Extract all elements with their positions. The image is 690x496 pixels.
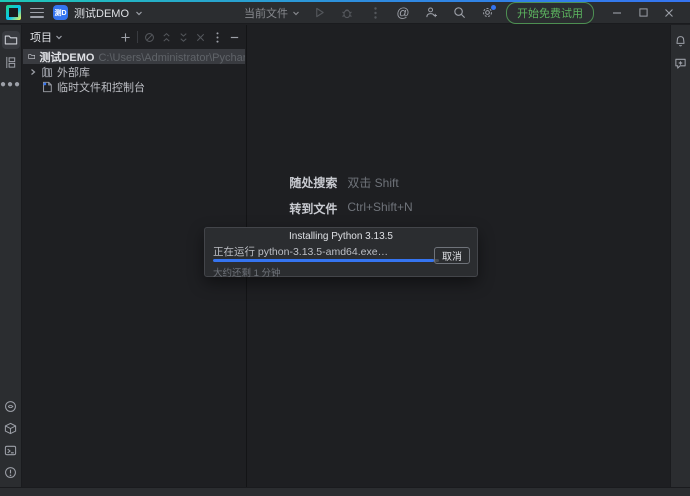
tree-row-project-root[interactable]: 测试DEMO C:\Users\Administrator\PycharmPro…: [23, 49, 245, 64]
project-badge: 测D: [53, 5, 68, 20]
search-icon: [453, 6, 466, 19]
tree-row-scratches[interactable]: 临时文件和控制台: [22, 79, 246, 94]
code-with-me-button[interactable]: [422, 4, 440, 22]
status-bar: [0, 487, 690, 496]
debug-button[interactable]: [338, 4, 356, 22]
close-icon: [664, 8, 674, 18]
start-trial-button[interactable]: 开始免费试用: [506, 2, 594, 24]
python-packages-icon: [4, 422, 17, 435]
run-button[interactable]: [310, 4, 328, 22]
scratch-file-icon: [41, 81, 53, 93]
cancel-button[interactable]: 取消: [434, 247, 470, 264]
settings-button[interactable]: [478, 4, 496, 22]
python-console-tool-button[interactable]: [2, 397, 20, 415]
at-icon: @: [396, 5, 409, 20]
ai-assistant-icon: [674, 57, 687, 70]
folder-icon: [4, 33, 18, 47]
kebab-menu-icon: [216, 32, 219, 43]
ai-mention-button[interactable]: @: [394, 4, 412, 22]
project-panel-header: 项目: [22, 27, 246, 47]
progress-bar: [213, 259, 439, 262]
bug-icon: [341, 7, 353, 19]
time-remaining-text: 大约还剩 1 分钟: [213, 265, 281, 279]
main-menu-icon[interactable]: [30, 8, 44, 18]
minimize-icon: [229, 32, 240, 43]
project-name: 测试DEMO: [74, 5, 129, 21]
tree-row-external-libraries[interactable]: 外部库: [22, 64, 246, 79]
target-icon: [144, 32, 155, 43]
folder-icon: [28, 50, 35, 63]
terminal-tool-button[interactable]: [2, 441, 20, 459]
settings-notification-dot: [491, 5, 496, 10]
tree-item-label: 测试DEMO: [39, 49, 94, 64]
shortcut-label: 随处搜索: [277, 174, 337, 191]
terminal-icon: [4, 444, 17, 457]
library-icon: [41, 66, 53, 78]
chevron-right-icon: [29, 68, 37, 76]
more-actions-button[interactable]: [366, 4, 384, 22]
window-controls: [604, 3, 682, 23]
shortcut-keys: Ctrl+Shift+N: [347, 200, 412, 217]
search-everywhere-button[interactable]: [450, 4, 468, 22]
add-button[interactable]: [118, 30, 133, 45]
project-panel-title-dropdown[interactable]: 项目: [30, 29, 63, 45]
project-panel-title: 项目: [30, 29, 52, 45]
shortcut-label: 转到文件: [277, 200, 337, 217]
maximize-button[interactable]: [630, 3, 656, 23]
chevron-down-icon: [55, 33, 63, 41]
cross-icon: [195, 32, 206, 43]
chevron-down-icon: [292, 9, 300, 17]
bell-icon: [674, 35, 687, 48]
person-plus-icon: [425, 6, 438, 19]
dialog-title: Installing Python 3.13.5: [205, 231, 477, 242]
collapse-all-button[interactable]: [176, 30, 191, 45]
hide-panel-button[interactable]: [227, 30, 242, 45]
run-config-selector[interactable]: 当前文件: [244, 5, 300, 21]
play-icon: [314, 7, 325, 18]
tree-item-path: C:\Users\Administrator\PycharmProjects\测…: [98, 49, 245, 64]
panel-options-button[interactable]: [210, 30, 225, 45]
commit-tool-button[interactable]: [2, 53, 20, 71]
left-tool-stripe: ●●●: [0, 25, 22, 487]
expand-all-icon: [161, 32, 172, 43]
commit-icon: [4, 56, 17, 69]
run-config-label: 当前文件: [244, 5, 288, 21]
ai-assistant-tool-button[interactable]: [672, 54, 690, 72]
tree-item-label: 临时文件和控制台: [57, 79, 145, 94]
chevron-down-icon: [135, 9, 143, 17]
progress-fill: [213, 259, 434, 262]
titlebar: 测D 测试DEMO 当前文件 @: [0, 2, 690, 24]
minimize-icon: [612, 8, 622, 18]
install-python-dialog: Installing Python 3.13.5 正在运行 python-3.1…: [204, 227, 478, 277]
plus-icon: [120, 32, 131, 43]
project-tree: 测试DEMO C:\Users\Administrator\PycharmPro…: [22, 49, 246, 94]
collapse-all-icon: [178, 32, 189, 43]
close-button[interactable]: [656, 3, 682, 23]
pycharm-logo-icon: [6, 5, 21, 20]
expand-all-button[interactable]: [159, 30, 174, 45]
maximize-icon: [639, 8, 648, 17]
python-console-icon: [4, 400, 17, 413]
problems-tool-button[interactable]: [2, 463, 20, 481]
problems-icon: [4, 466, 17, 479]
titlebar-right: 当前文件 @: [244, 2, 690, 24]
pycharm-window: 测D 测试DEMO 当前文件 @: [0, 0, 690, 496]
ellipsis-icon: ●●●: [0, 79, 21, 90]
project-tool-button[interactable]: [2, 31, 20, 49]
titlebar-left: 测D 测试DEMO: [0, 5, 143, 21]
python-packages-tool-button[interactable]: [2, 419, 20, 437]
shortcut-keys: 双击 Shift: [347, 174, 412, 191]
more-tool-windows-button[interactable]: ●●●: [2, 75, 20, 93]
toolbar-separator: [137, 31, 138, 43]
project-panel-toolbar: [118, 30, 242, 45]
notifications-tool-button[interactable]: [672, 32, 690, 50]
scroll-from-source-button[interactable]: [193, 30, 208, 45]
project-widget[interactable]: 测D 测试DEMO: [53, 5, 143, 21]
minimize-button[interactable]: [604, 3, 630, 23]
right-tool-stripe: [670, 25, 690, 487]
kebab-menu-icon: [374, 7, 377, 19]
tree-item-label: 外部库: [57, 64, 90, 79]
locate-file-button[interactable]: [142, 30, 157, 45]
dialog-status-text: 正在运行 python-3.13.5-amd64.exe…: [213, 244, 388, 259]
